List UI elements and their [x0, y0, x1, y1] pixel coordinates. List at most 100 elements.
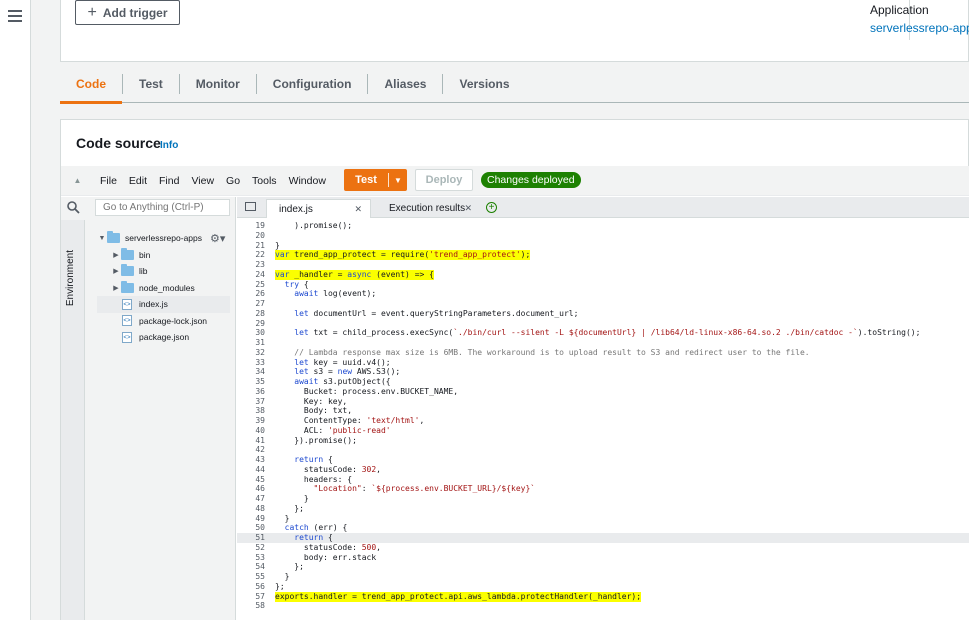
line-number: 38 [255, 406, 265, 416]
caret-right-icon[interactable]: ▶ [111, 251, 121, 259]
test-button-label: Test [355, 174, 377, 186]
menu-find[interactable]: Find [153, 175, 185, 187]
line-number: 28 [255, 308, 265, 318]
line-number: 58 [255, 601, 265, 611]
test-button[interactable]: Test ▼ [344, 169, 407, 191]
left-nav-rail [0, 0, 31, 620]
close-icon[interactable]: ✕ [464, 203, 472, 214]
code-text: ACL: 'public-read' [275, 425, 391, 435]
file-icon: <> [122, 298, 132, 310]
code-text: headers: { [275, 474, 353, 484]
line-number: 24 [255, 269, 265, 279]
editor-tab-label: Execution results [389, 203, 466, 214]
menu-view[interactable]: View [185, 175, 220, 187]
code-line: 57 exports.handler = trend_app_protect.ap… [237, 591, 969, 602]
code-line: 25 try { [237, 280, 969, 290]
code-text: } [275, 513, 290, 523]
divider [388, 173, 389, 187]
code-line: 40 ACL: 'public-read' [237, 426, 969, 436]
test-dropdown-caret-icon[interactable]: ▼ [389, 176, 407, 185]
gear-icon[interactable]: ⚙▾ [210, 232, 225, 245]
tab-versions[interactable]: Versions [442, 73, 525, 94]
menu-go[interactable]: Go [220, 175, 246, 187]
add-trigger-button[interactable]: + Add trigger [75, 0, 180, 25]
line-number: 21 [255, 240, 265, 250]
tree-file[interactable]: <> package.json [97, 329, 236, 346]
menu-window[interactable]: Window [283, 175, 332, 187]
tree-item-label: index.js [139, 299, 168, 310]
close-icon[interactable]: ✕ [354, 204, 362, 215]
line-number: 19 [255, 221, 265, 230]
add-tab-icon[interactable]: + [486, 202, 497, 213]
tab-monitor[interactable]: Monitor [178, 73, 256, 94]
tree-folder[interactable]: ▶ node_modules [97, 280, 236, 297]
tab-configuration[interactable]: Configuration [255, 73, 368, 94]
menu-file[interactable]: File [94, 175, 123, 187]
application-label: Application [870, 3, 929, 17]
code-line: 55 } [237, 572, 969, 582]
collapse-caret-icon[interactable]: ▲ [61, 176, 94, 185]
line-number: 36 [255, 386, 265, 396]
editor-tab-bar: + index.js ✕ Execution results ✕ [237, 197, 969, 218]
code-line: 28 let documentUrl = event.queryStringPa… [237, 309, 969, 319]
code-text: Key: key, [275, 396, 348, 406]
folder-icon [121, 264, 134, 277]
go-to-anything-input[interactable] [95, 199, 230, 216]
code-line: 45 headers: { [237, 475, 969, 485]
code-line: 50 catch (err) { [237, 523, 969, 533]
code-text: ).promise(); [275, 221, 353, 230]
tree-item-label: bin [139, 249, 151, 260]
code-text: }; [275, 503, 304, 513]
line-number: 45 [255, 474, 265, 484]
menu-icon[interactable] [8, 10, 22, 24]
tree-folder[interactable]: ▼ serverlessrepo-apps ⚙▾ [97, 230, 236, 247]
line-number: 56 [255, 581, 265, 591]
caret-down-icon[interactable]: ▼ [97, 235, 107, 242]
code-line: 23 [237, 260, 969, 270]
editor-tab-label: index.js [279, 203, 313, 215]
tree-item-label: node_modules [139, 282, 195, 293]
menu-tools[interactable]: Tools [246, 175, 283, 187]
tab-aliases[interactable]: Aliases [367, 73, 442, 94]
code-text: let txt = child_process.execSync(`./bin/… [294, 328, 921, 338]
tree-folder[interactable]: ▶ lib [97, 263, 236, 280]
line-number: 44 [255, 464, 265, 474]
line-number: 50 [255, 523, 265, 533]
tab-test[interactable]: Test [122, 73, 179, 94]
tree-folder[interactable]: ▶ bin [97, 247, 236, 264]
info-link[interactable]: Info [160, 140, 178, 151]
file-icon: <> [122, 331, 132, 343]
environment-tab[interactable]: Environment [61, 220, 85, 620]
code-line: 19 ).promise(); [237, 221, 969, 231]
caret-right-icon[interactable]: ▶ [111, 284, 121, 292]
tree-file[interactable]: <> index.js [97, 296, 230, 313]
code-area[interactable]: 19 ).promise(); 20 21} 22 var trend_app_prot… [237, 219, 969, 620]
code-line: 47 } [237, 494, 969, 504]
deploy-button[interactable]: Deploy [415, 169, 473, 191]
tab-list-icon[interactable] [245, 202, 256, 211]
search-icon[interactable] [67, 201, 80, 214]
caret-right-icon[interactable]: ▶ [111, 267, 121, 275]
code-text: }).promise(); [275, 435, 357, 445]
code-text: statusCode: 302, [275, 464, 381, 474]
tree-file[interactable]: <> package-lock.json [97, 313, 236, 330]
code-line: 26 await log(event); [237, 289, 969, 299]
file-tree: ▼ serverlessrepo-apps ⚙▾ ▶ bin ▶ lib ▶ node_modu… [97, 230, 236, 346]
line-number: 41 [255, 435, 265, 445]
line-number: 47 [255, 494, 265, 503]
editor-tab[interactable]: Execution results ✕ [377, 199, 480, 218]
code-line: 39 ContentType: 'text/html', [237, 416, 969, 426]
folder-icon [107, 231, 120, 244]
menu-edit[interactable]: Edit [123, 175, 153, 187]
code-line: 53 body: err.stack [237, 553, 969, 563]
tab-code[interactable]: Code [60, 74, 122, 104]
editor-tab[interactable]: index.js ✕ [266, 199, 371, 218]
code-line: 36 Bucket: process.env.BUCKET_NAME, [237, 387, 969, 397]
code-text: await s3.putObject({ [294, 377, 391, 386]
line-number: 30 [255, 328, 265, 338]
application-link[interactable]: serverlessrepo-appse [870, 21, 969, 35]
code-text: statusCode: 500, [275, 542, 381, 552]
folder-icon [121, 280, 134, 293]
tree-item-label: package-lock.json [139, 315, 208, 326]
code-line: 48 }; [237, 504, 969, 514]
